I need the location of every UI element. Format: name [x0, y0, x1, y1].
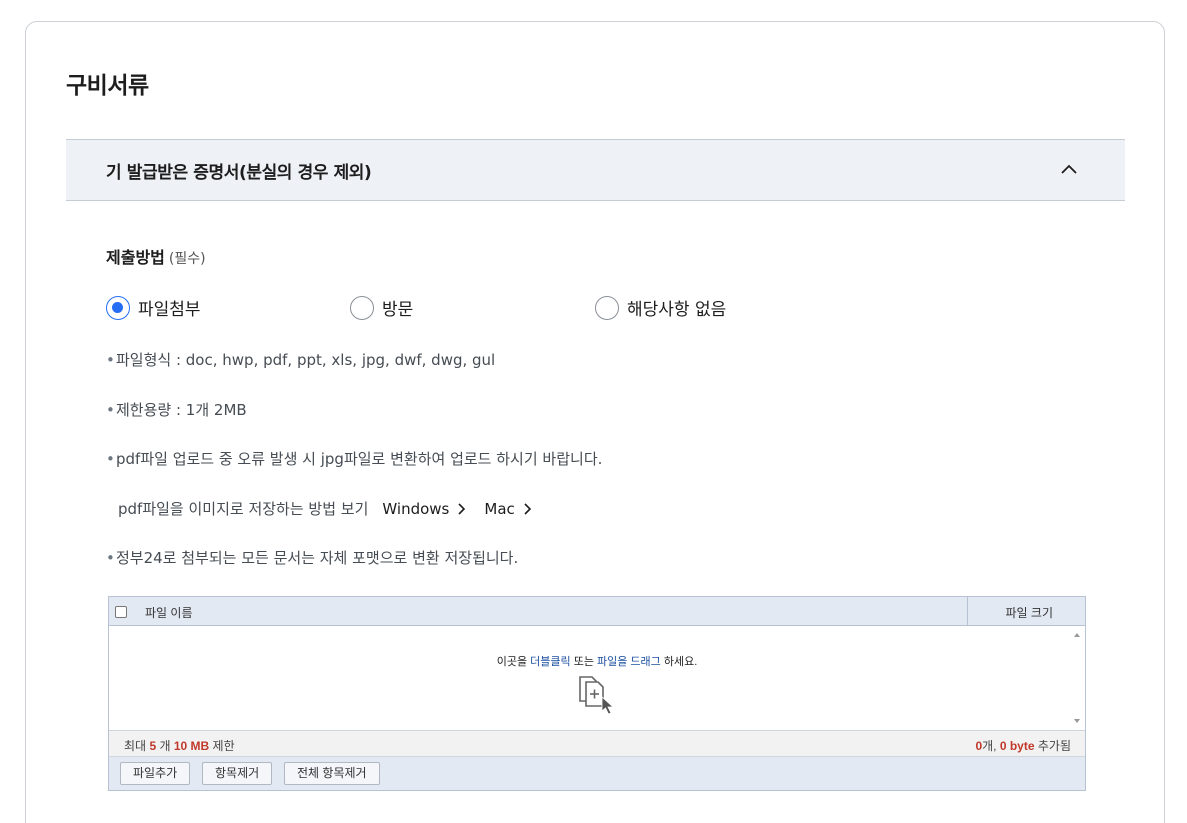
added-count: 0개, 0 byte 추가됨 [975, 737, 1071, 754]
added-size-value: 0 byte [999, 739, 1035, 753]
submission-method-label: 제출방법 (필수) [106, 244, 206, 268]
save-guide-text: pdf파일을 이미지로 저장하는 방법 보기 [118, 500, 369, 518]
added-count-unit: 개, [982, 739, 997, 753]
uploader-toolbar: 파일추가 항목제거 전체 항목제거 [109, 757, 1085, 790]
note-convert: •정부24로 첨부되는 모든 문서는 자체 포맷으로 변환 저장됩니다. [106, 549, 519, 567]
note-pdf-error: •pdf파일 업로드 중 오류 발생 시 jpg파일로 변환하여 업로드 하시기… [106, 450, 603, 468]
save-guide: pdf파일을 이미지로 저장하는 방법 보기 Windows Mac [118, 498, 532, 519]
column-file-name[interactable]: 파일 이름 [145, 604, 193, 621]
limit-prefix: 최대 [124, 739, 147, 753]
radio-circle[interactable] [106, 295, 130, 320]
limit-size: 10 MB [173, 739, 210, 753]
file-uploader: 파일 이름 파일 크기 이곳을 더블클릭 또는 파일을 드래그 하세요. 최대 … [108, 596, 1086, 791]
remove-item-button[interactable]: 항목제거 [202, 762, 273, 785]
column-divider [967, 597, 968, 626]
upload-limit: 최대 5 개 10 MB 제한 [124, 737, 235, 754]
remove-all-button[interactable]: 전체 항목제거 [284, 762, 380, 785]
file-add-icon [579, 676, 615, 715]
radio-circle[interactable] [350, 295, 374, 320]
chevron-right-icon [458, 502, 466, 515]
accordion-title: 기 발급받은 증명서(분실의 경우 제외) [106, 163, 372, 183]
submission-method-title: 제출방법 [106, 248, 165, 267]
chevron-up-icon[interactable] [1059, 161, 1079, 177]
column-file-size[interactable]: 파일 크기 [1006, 604, 1054, 621]
chevron-right-icon [524, 502, 531, 515]
drop-text-prefix: 이곳을 [496, 656, 528, 668]
note-file-format: •파일형식 : doc, hwp, pdf, ppt, xls, jpg, dw… [106, 351, 496, 369]
required-mark: (필수) [168, 251, 206, 267]
radio-label: 해당사항 없음 [627, 300, 727, 320]
limit-suffix: 제한 [212, 739, 235, 753]
limit-count: 5 [149, 739, 157, 753]
drop-text-drag: 파일을 드래그 [597, 656, 661, 668]
add-file-button[interactable]: 파일추가 [120, 762, 191, 785]
scrollbar[interactable] [1069, 626, 1085, 730]
radio-visit[interactable]: 방문 [350, 295, 413, 320]
note-text: 제한용량 : 1개 2MB [116, 401, 247, 419]
section-title: 구비서류 [66, 73, 149, 99]
uploader-header: 파일 이름 파일 크기 [109, 597, 1085, 626]
drop-text-or: 또는 [573, 656, 594, 668]
mac-link-label: Mac [484, 499, 515, 518]
drop-text-suffix: 하세요. [663, 656, 698, 668]
select-all-checkbox[interactable] [115, 606, 127, 618]
radio-label: 방문 [382, 300, 414, 320]
note-text: 파일형식 : doc, hwp, pdf, ppt, xls, jpg, dwf… [116, 351, 496, 369]
mac-guide-link[interactable]: Mac [484, 500, 531, 518]
drop-instruction: 이곳을 더블클릭 또는 파일을 드래그 하세요. [109, 653, 1085, 669]
limit-count-unit: 개 [159, 739, 171, 753]
drop-text-dblclick: 더블클릭 [530, 656, 571, 668]
radio-file-attach[interactable]: 파일첨부 [106, 295, 201, 320]
windows-guide-link[interactable]: Windows [382, 500, 466, 518]
file-drop-zone[interactable]: 이곳을 더블클릭 또는 파일을 드래그 하세요. [109, 626, 1085, 731]
radio-label: 파일첨부 [138, 300, 201, 320]
accordion-header[interactable]: 기 발급받은 증명서(분실의 경우 제외) [66, 139, 1125, 201]
radio-circle[interactable] [595, 295, 619, 320]
added-suffix: 추가됨 [1037, 739, 1071, 753]
windows-link-label: Windows [382, 499, 450, 518]
note-size-limit: •제한용량 : 1개 2MB [106, 401, 247, 419]
radio-not-applicable[interactable]: 해당사항 없음 [595, 295, 726, 320]
note-text: 정부24로 첨부되는 모든 문서는 자체 포맷으로 변환 저장됩니다. [116, 549, 519, 567]
required-documents-card: 구비서류 기 발급받은 증명서(분실의 경우 제외) 제출방법 (필수) 파일첨부… [25, 21, 1165, 823]
uploader-status: 최대 5 개 10 MB 제한 0개, 0 byte 추가됨 [109, 731, 1085, 757]
note-text: pdf파일 업로드 중 오류 발생 시 jpg파일로 변환하여 업로드 하시기 … [116, 450, 603, 468]
